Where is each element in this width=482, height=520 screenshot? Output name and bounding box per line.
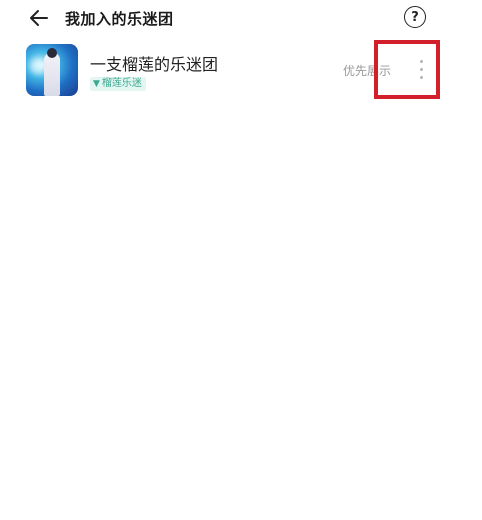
arrow-left-icon[interactable] [27, 6, 51, 30]
club-avatar [26, 44, 78, 96]
funnel-icon: ▼ [93, 79, 100, 89]
header: 我加入的乐迷团 ? [0, 0, 482, 36]
club-name: 一支榴莲的乐迷团 [90, 55, 219, 74]
question-circle-icon[interactable]: ? [404, 6, 426, 28]
club-tag-label: 榴莲乐迷 [101, 78, 142, 89]
club-tag-badge: ▼ 榴莲乐迷 [90, 77, 146, 91]
page-title: 我加入的乐迷团 [65, 10, 174, 28]
highlight-box [374, 40, 440, 99]
